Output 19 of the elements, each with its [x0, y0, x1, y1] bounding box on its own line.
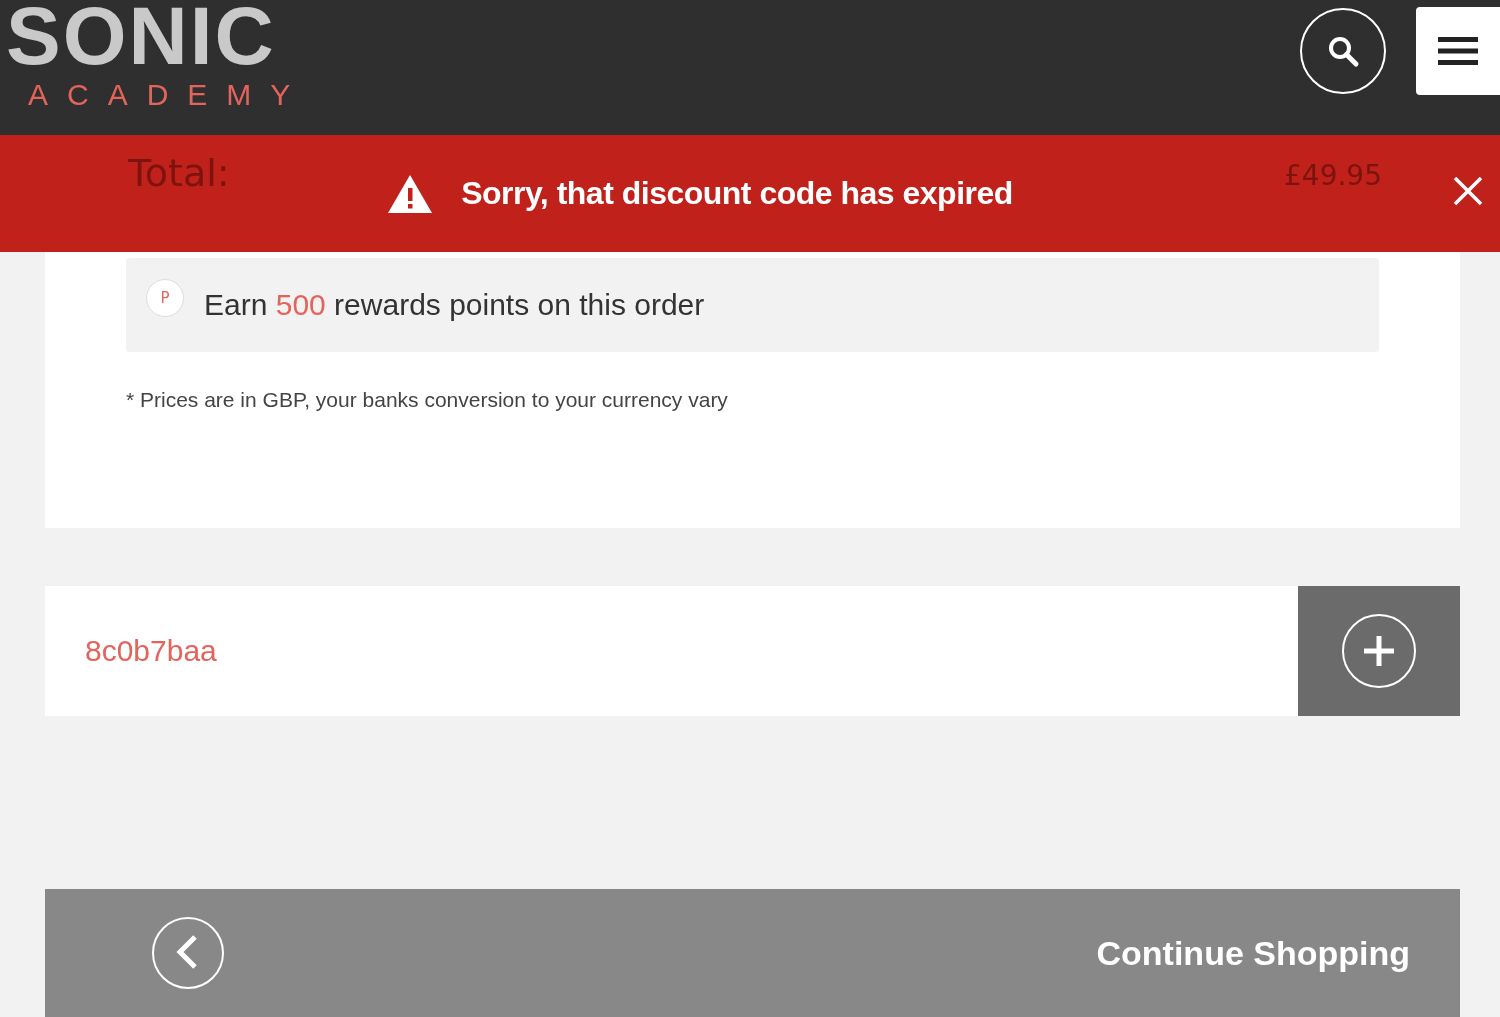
- apply-code-button[interactable]: [1298, 586, 1460, 716]
- close-button[interactable]: [1452, 175, 1484, 207]
- logo[interactable]: SONIC ACADEMY: [0, 0, 310, 112]
- search-button[interactable]: [1300, 8, 1386, 94]
- menu-button[interactable]: [1416, 7, 1500, 95]
- plus-icon: [1341, 613, 1417, 689]
- total-value: £49.95: [1284, 159, 1382, 192]
- menu-icon: [1438, 35, 1478, 67]
- points-badge: P: [146, 279, 184, 317]
- logo-subtitle: ACADEMY: [27, 78, 310, 112]
- total-label: Total:: [128, 151, 230, 195]
- close-icon: [1452, 175, 1484, 207]
- rewards-message: Earn 500 rewards points on this order: [204, 288, 705, 322]
- discount-code-field[interactable]: 8c0b7baa: [45, 586, 1298, 716]
- currency-note: * Prices are in GBP, your banks conversion to your currency vary: [126, 388, 729, 412]
- continue-shopping-button[interactable]: Continue Shopping: [45, 889, 1460, 1017]
- warning-icon: [387, 173, 434, 214]
- alert-message: Sorry, that discount code has expired: [461, 175, 1013, 212]
- logo-wordmark: SONIC: [6, 0, 277, 72]
